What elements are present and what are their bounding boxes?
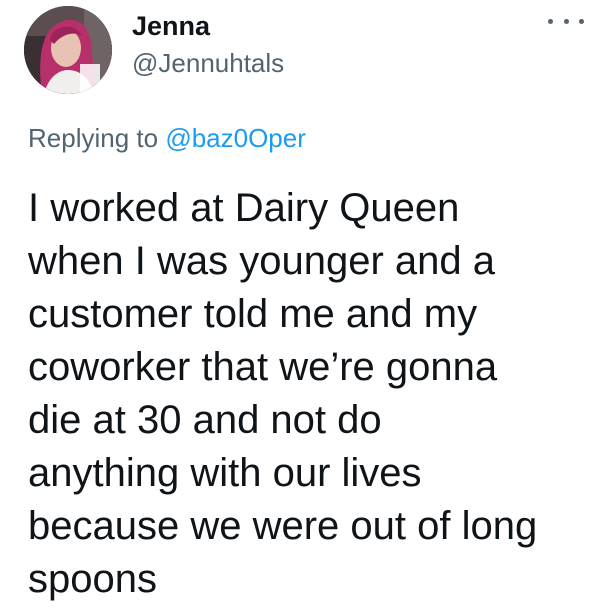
more-dot bbox=[548, 18, 553, 24]
tweet-text-line: because we were out of long bbox=[28, 504, 538, 548]
reply-mention-link[interactable]: @baz0Oper bbox=[165, 123, 306, 153]
more-dot bbox=[563, 18, 569, 24]
more-dot bbox=[579, 18, 584, 24]
tweet-text-line: coworker that we’re gonna bbox=[28, 345, 498, 389]
tweet-text: I worked at Dairy Queen when I was young… bbox=[28, 182, 588, 606]
avatar[interactable] bbox=[24, 6, 112, 94]
tweet-text-line: customer told me and my bbox=[28, 292, 478, 336]
replying-to: Replying to @baz0Oper bbox=[28, 122, 306, 154]
tweet-text-line: I worked at Dairy Queen bbox=[28, 186, 460, 230]
tweet-text-line: spoons bbox=[28, 557, 157, 601]
tweet: Jenna @Jennuhtals Replying to @baz0Oper … bbox=[0, 0, 599, 616]
tweet-text-line: anything with our lives bbox=[28, 451, 422, 495]
more-icon[interactable] bbox=[548, 14, 584, 28]
author-name[interactable]: Jenna bbox=[132, 10, 210, 42]
tweet-text-line: when I was younger and a bbox=[28, 239, 495, 283]
replying-to-label: Replying to bbox=[28, 123, 159, 153]
tweet-text-line: die at 30 and not do bbox=[28, 398, 382, 442]
author-handle[interactable]: @Jennuhtals bbox=[132, 48, 284, 78]
profile-photo-icon bbox=[24, 6, 112, 94]
